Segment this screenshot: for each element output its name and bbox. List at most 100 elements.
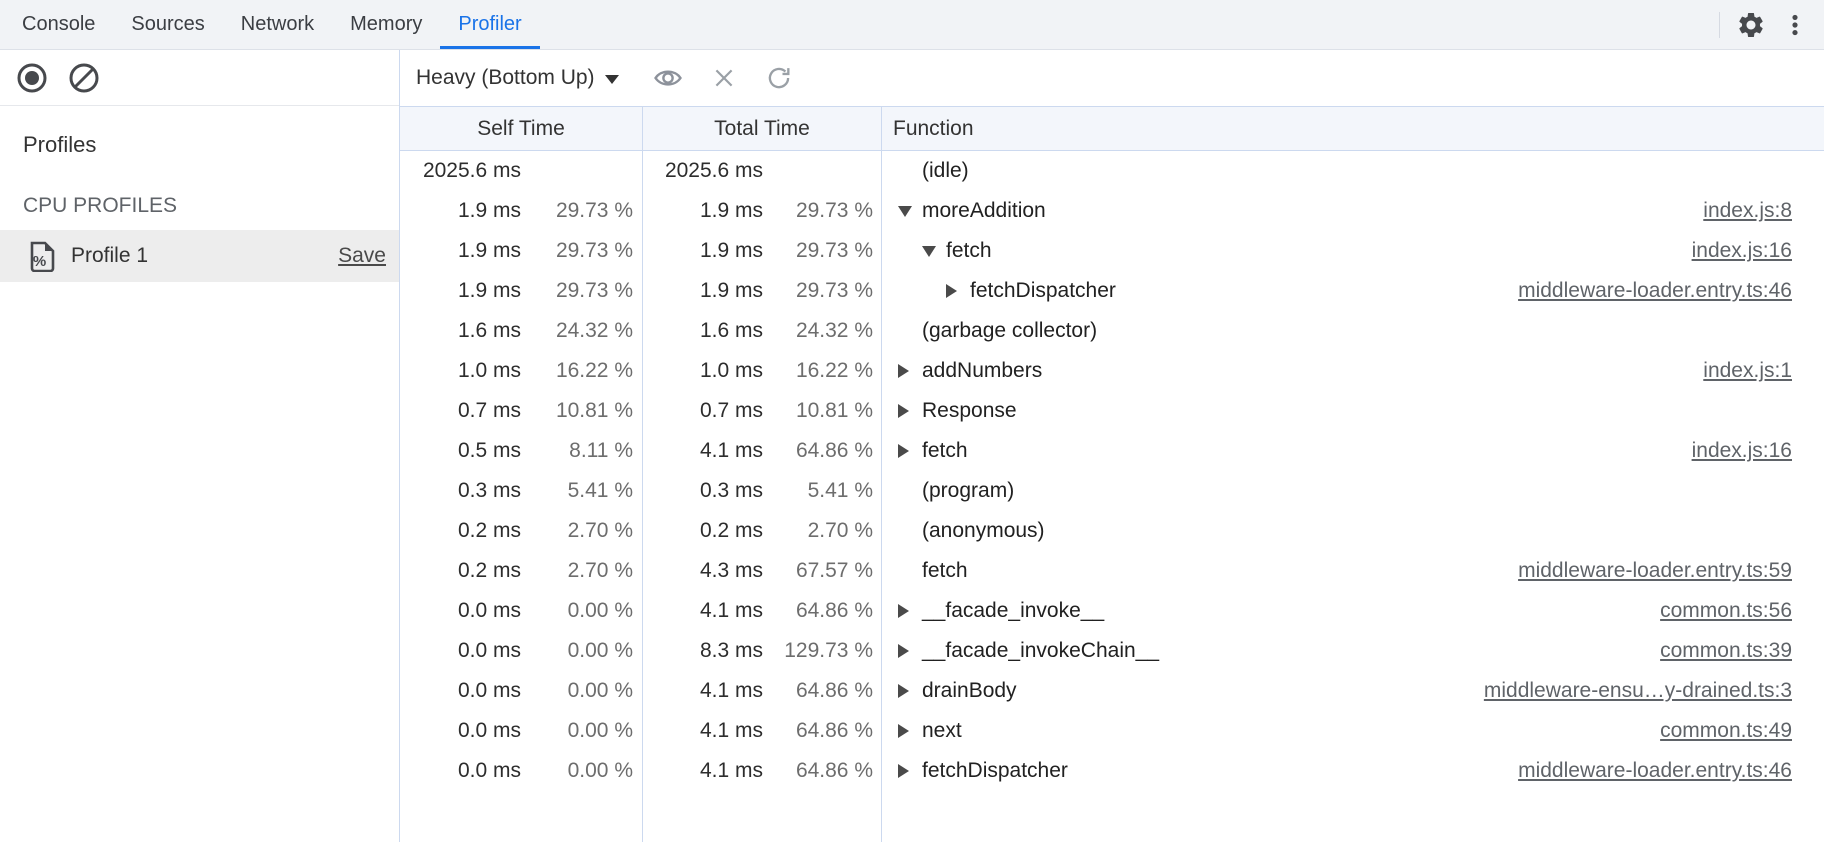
devtools-tabbar: ConsoleSourcesNetworkMemoryProfiler — [0, 0, 1824, 50]
clear-icon — [68, 62, 100, 94]
function-name: fetchDispatcher — [922, 759, 1068, 783]
source-location-link[interactable]: middleware-loader.entry.ts:46 — [1498, 279, 1824, 303]
total-time-ms: 4.1 ms — [643, 439, 763, 463]
self-time-cell: 0.0 ms 0.00 % — [400, 631, 643, 671]
total-time-ms: 4.1 ms — [643, 599, 763, 623]
total-time-pct: 64.86 % — [763, 719, 873, 743]
source-location-link[interactable]: common.ts:49 — [1640, 719, 1824, 743]
total-time-cell: 1.9 ms 29.73 % — [643, 271, 882, 311]
function-cell: fetchDispatcher middleware-loader.entry.… — [882, 271, 1824, 311]
settings-gear-button[interactable] — [1736, 10, 1766, 40]
source-location-link[interactable]: middleware-loader.entry.ts:59 — [1498, 559, 1824, 583]
profile-table-row[interactable]: 0.3 ms 5.41 % 0.3 ms 5.41 % (program) — [400, 471, 1824, 511]
source-location-link[interactable]: middleware-loader.entry.ts:46 — [1498, 759, 1824, 783]
expand-arrow-icon[interactable] — [898, 644, 909, 658]
total-time-cell: 4.1 ms 64.86 % — [643, 431, 882, 471]
expand-arrow-icon[interactable] — [898, 684, 909, 698]
column-header-self-time[interactable]: Self Time — [400, 107, 643, 150]
function-cell: fetch index.js:16 — [882, 231, 1824, 271]
restore-functions-button[interactable] — [765, 64, 793, 92]
source-location-link[interactable]: index.js:1 — [1683, 359, 1824, 383]
function-name: addNumbers — [922, 359, 1042, 383]
tab-console[interactable]: Console — [4, 0, 113, 49]
expand-arrow-slot — [898, 684, 922, 698]
function-cell: fetchDispatcher middleware-loader.entry.… — [882, 751, 1824, 791]
profile-table-row[interactable]: 1.9 ms 29.73 % 1.9 ms 29.73 % moreAdditi… — [400, 191, 1824, 231]
expand-arrow-icon[interactable] — [898, 604, 909, 618]
total-time-cell: 1.9 ms 29.73 % — [643, 191, 882, 231]
function-cell: moreAddition index.js:8 — [882, 191, 1824, 231]
tab-sources[interactable]: Sources — [113, 0, 222, 49]
profile-table-row[interactable]: 0.2 ms 2.70 % 0.2 ms 2.70 % (anonymous) — [400, 511, 1824, 551]
source-location-link[interactable]: common.ts:39 — [1640, 639, 1824, 663]
self-time-pct: 10.81 % — [521, 399, 633, 423]
save-profile-link[interactable]: Save — [338, 244, 386, 268]
total-time-ms: 4.1 ms — [643, 759, 763, 783]
source-location-link[interactable]: middleware-ensu…y-drained.ts:3 — [1464, 679, 1824, 703]
view-mode-dropdown[interactable]: Heavy (Bottom Up) — [416, 66, 619, 90]
total-time-pct: 67.57 % — [763, 559, 873, 583]
exclude-function-button[interactable] — [711, 65, 737, 91]
profile-table-row[interactable]: 0.5 ms 8.11 % 4.1 ms 64.86 % fetch index… — [400, 431, 1824, 471]
function-name: __facade_invoke__ — [922, 599, 1104, 623]
profile-table-row[interactable]: 0.0 ms 0.00 % 4.1 ms 64.86 % fetchDispat… — [400, 751, 1824, 791]
profile-table-row[interactable]: 0.0 ms 0.00 % 4.1 ms 64.86 % next common… — [400, 711, 1824, 751]
source-location-link[interactable]: index.js:16 — [1672, 239, 1824, 263]
expand-arrow-icon[interactable] — [898, 404, 909, 418]
source-location-link[interactable]: common.ts:56 — [1640, 599, 1824, 623]
total-time-pct: 2.70 % — [763, 519, 873, 543]
expand-arrow-slot — [898, 206, 922, 217]
source-location-link[interactable]: index.js:16 — [1672, 439, 1824, 463]
profile-list-item-selected[interactable]: % Profile 1 Save — [0, 230, 399, 282]
expand-arrow-icon[interactable] — [946, 284, 957, 298]
self-time-pct: 5.41 % — [521, 479, 633, 503]
function-cell: (program) — [882, 471, 1824, 511]
expand-arrow-icon[interactable] — [898, 724, 909, 738]
function-cell: (idle) — [882, 151, 1824, 191]
expand-arrow-icon[interactable] — [898, 764, 909, 778]
expand-arrow-icon[interactable] — [898, 364, 909, 378]
function-cell: __facade_invokeChain__ common.ts:39 — [882, 631, 1824, 671]
record-profile-button[interactable] — [16, 62, 48, 94]
total-time-ms: 0.7 ms — [643, 399, 763, 423]
total-time-cell: 8.3 ms 129.73 % — [643, 631, 882, 671]
expand-arrow-slot — [922, 246, 946, 257]
profile-table-row[interactable]: 1.0 ms 16.22 % 1.0 ms 16.22 % addNumbers… — [400, 351, 1824, 391]
profile-table-row[interactable]: 1.9 ms 29.73 % 1.9 ms 29.73 % fetchDispa… — [400, 271, 1824, 311]
total-time-ms: 1.6 ms — [643, 319, 763, 343]
tabbar-actions — [1719, 0, 1824, 49]
profile-table-row[interactable]: 2025.6 ms 2025.6 ms (idle) — [400, 151, 1824, 191]
self-time-pct: 16.22 % — [521, 359, 633, 383]
total-time-pct: 64.86 % — [763, 679, 873, 703]
self-time-pct: 8.11 % — [521, 439, 633, 463]
column-header-total-time[interactable]: Total Time — [643, 107, 882, 150]
total-time-cell: 4.1 ms 64.86 % — [643, 751, 882, 791]
profile-table-row[interactable]: 0.7 ms 10.81 % 0.7 ms 10.81 % Response — [400, 391, 1824, 431]
focus-function-button[interactable] — [653, 63, 683, 93]
expand-arrow-icon[interactable] — [898, 444, 909, 458]
profile-table-row[interactable]: 0.0 ms 0.00 % 4.1 ms 64.86 % drainBody m… — [400, 671, 1824, 711]
gear-icon — [1736, 10, 1766, 40]
profile-table-row[interactable]: 0.2 ms 2.70 % 4.3 ms 67.57 % fetch middl… — [400, 551, 1824, 591]
column-divider — [881, 151, 882, 842]
profile-table-row[interactable]: 0.0 ms 0.00 % 4.1 ms 64.86 % __facade_in… — [400, 591, 1824, 631]
self-time-ms: 0.0 ms — [400, 679, 521, 703]
profile-table-row[interactable]: 1.9 ms 29.73 % 1.9 ms 29.73 % fetch inde… — [400, 231, 1824, 271]
total-time-pct: 129.73 % — [763, 639, 873, 663]
function-cell: Response — [882, 391, 1824, 431]
more-options-button[interactable] — [1782, 12, 1808, 38]
total-time-ms: 1.9 ms — [643, 279, 763, 303]
tab-network[interactable]: Network — [223, 0, 332, 49]
expand-arrow-slot — [898, 604, 922, 618]
self-time-cell: 0.0 ms 0.00 % — [400, 591, 643, 631]
tab-memory[interactable]: Memory — [332, 0, 440, 49]
expand-arrow-icon[interactable] — [898, 206, 912, 217]
profile-table-row[interactable]: 0.0 ms 0.00 % 8.3 ms 129.73 % __facade_i… — [400, 631, 1824, 671]
source-location-link[interactable]: index.js:8 — [1683, 199, 1824, 223]
profile-table-row[interactable]: 1.6 ms 24.32 % 1.6 ms 24.32 % (garbage c… — [400, 311, 1824, 351]
clear-profiles-button[interactable] — [68, 62, 100, 94]
function-name: __facade_invokeChain__ — [922, 639, 1159, 663]
expand-arrow-icon[interactable] — [922, 246, 936, 257]
column-header-function[interactable]: Function — [882, 107, 1824, 150]
tab-profiler[interactable]: Profiler — [440, 0, 539, 49]
